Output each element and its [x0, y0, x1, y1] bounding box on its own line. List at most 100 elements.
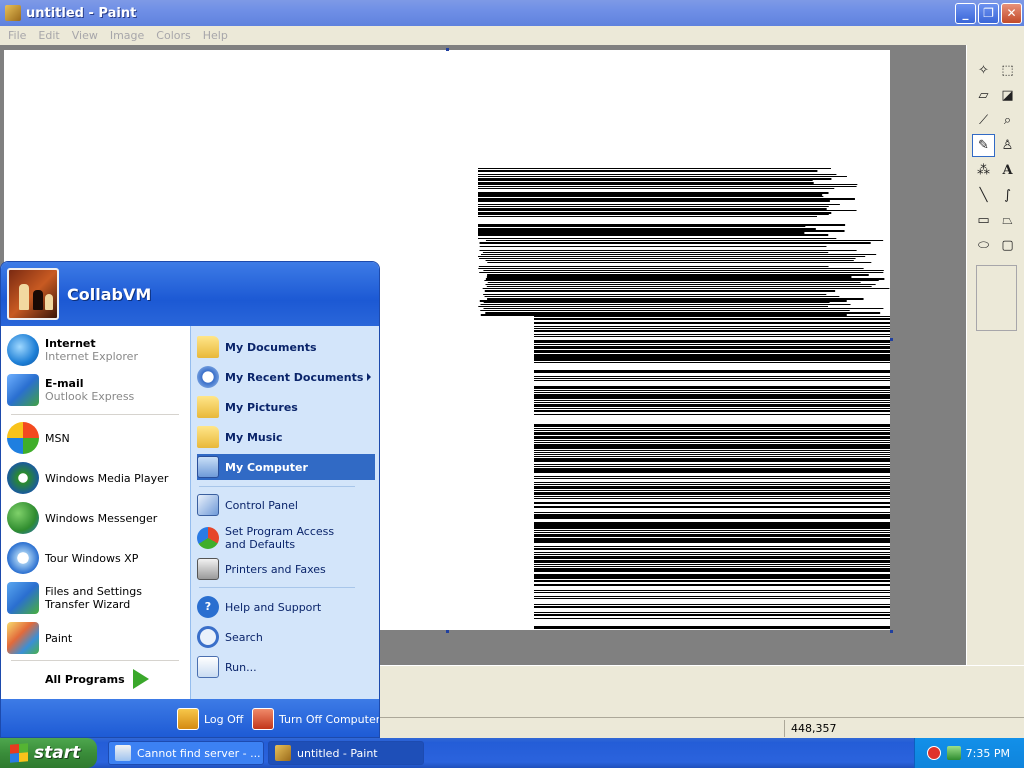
recent-msn[interactable]: MSN: [7, 422, 185, 454]
recent-windows-messenger[interactable]: Windows Messenger: [7, 502, 185, 534]
item-label: My Documents: [225, 340, 317, 354]
run-icon: [197, 656, 219, 678]
all-programs-button[interactable]: All Programs: [1, 664, 190, 694]
minimize-button[interactable]: _: [955, 3, 976, 24]
all-programs-label: All Programs: [45, 672, 125, 686]
log-off-button[interactable]: Log Off: [177, 707, 243, 731]
separator: [199, 486, 355, 487]
printers-and-faxes[interactable]: Printers and Faxes: [197, 556, 375, 582]
resize-handle-top[interactable]: [446, 48, 449, 51]
toolbox: ✧ ⬚ ▱ ◪ ⟋ ⌕ ✎ ♙ ⁂ A ╲ ∫ ▭ ⏢ ⬭ ▢: [966, 45, 1024, 665]
search[interactable]: Search: [197, 624, 375, 650]
magnifier-icon[interactable]: ⌕: [996, 109, 1019, 132]
printer-icon: [197, 558, 219, 580]
run[interactable]: Run...: [197, 654, 375, 680]
control-panel[interactable]: Control Panel: [197, 492, 375, 518]
browser-window-icon: [115, 745, 131, 761]
tool-options-box[interactable]: [976, 265, 1017, 331]
separator: [11, 414, 179, 415]
turn-off-button[interactable]: Turn Off Computer: [252, 707, 380, 731]
start-menu: CollabVM Internet Internet Explorer E-ma…: [0, 261, 380, 738]
brush-icon[interactable]: ♙: [996, 134, 1019, 157]
free-select-icon[interactable]: ✧: [972, 59, 995, 82]
item-label: Help and Support: [225, 600, 322, 614]
fill-bucket-icon[interactable]: ◪: [996, 84, 1019, 107]
user-avatar[interactable]: [7, 268, 59, 320]
curve-icon[interactable]: ∫: [996, 184, 1019, 207]
log-off-label: Log Off: [204, 712, 244, 726]
outlook-express-icon: [7, 374, 39, 406]
polygon-icon[interactable]: ⏢: [996, 209, 1019, 232]
system-tray: 7:35 PM: [914, 738, 1024, 768]
menu-edit[interactable]: Edit: [32, 29, 65, 42]
set-program-access[interactable]: Set Program Access and Defaults: [197, 522, 375, 554]
cursor-coordinates: 448,357: [784, 720, 904, 737]
menu-help[interactable]: Help: [197, 29, 234, 42]
my-music[interactable]: My Music: [197, 424, 375, 450]
resize-handle-bottom[interactable]: [446, 630, 449, 633]
maximize-button[interactable]: ❐: [978, 3, 999, 24]
help-and-support[interactable]: ? Help and Support: [197, 594, 375, 620]
eraser-icon[interactable]: ▱: [972, 84, 995, 107]
pinned-title: E-mail: [45, 377, 84, 390]
task-cannot-find-server[interactable]: Cannot find server - ...: [108, 741, 264, 765]
music-folder-icon: [197, 426, 219, 448]
pinned-internet[interactable]: Internet Internet Explorer: [7, 334, 185, 366]
eyedropper-icon[interactable]: ⟋: [972, 109, 995, 132]
clock[interactable]: 7:35 PM: [966, 747, 1010, 760]
item-label: My Recent Documents: [225, 370, 364, 384]
recent-paint[interactable]: Paint: [7, 622, 185, 654]
close-button[interactable]: ✕: [1001, 3, 1022, 24]
resize-handle-corner[interactable]: [890, 630, 893, 633]
title-bar[interactable]: untitled - Paint _ ❐ ✕: [0, 0, 1024, 26]
recent-label: Files and Settings Transfer Wizard: [45, 585, 142, 611]
pinned-title: Internet: [45, 337, 96, 350]
pinned-email[interactable]: E-mail Outlook Express: [7, 374, 185, 406]
recent-windows-media-player[interactable]: Windows Media Player: [7, 462, 185, 494]
item-label: Printers and Faxes: [225, 562, 326, 576]
pinned-subtitle: Outlook Express: [45, 390, 135, 403]
username: CollabVM: [67, 284, 152, 304]
ellipse-icon[interactable]: ⬭: [972, 234, 995, 257]
rounded-rectangle-icon[interactable]: ▢: [996, 234, 1019, 257]
menu-view[interactable]: View: [66, 29, 104, 42]
start-button[interactable]: start: [0, 738, 97, 768]
line-icon[interactable]: ╲: [972, 184, 995, 207]
tour-xp-icon: [7, 542, 39, 574]
transfer-wizard-icon: [7, 582, 39, 614]
windows-logo-icon: [10, 743, 28, 763]
recent-label: MSN: [45, 431, 70, 445]
my-documents[interactable]: My Documents: [197, 334, 375, 360]
task-untitled-paint[interactable]: untitled - Paint: [268, 741, 424, 765]
text-tool-icon[interactable]: A: [996, 159, 1019, 182]
item-label: Control Panel: [225, 498, 298, 512]
airbrush-icon[interactable]: ⁂: [972, 159, 995, 182]
recent-label: Tour Windows XP: [45, 551, 139, 565]
power-icon: [252, 708, 274, 730]
paint-icon: [275, 745, 291, 761]
menu-colors[interactable]: Colors: [150, 29, 196, 42]
menu-file[interactable]: File: [2, 29, 32, 42]
taskbar: start Cannot find server - ... untitled …: [0, 738, 1024, 768]
item-label: Set Program Access and Defaults: [225, 525, 335, 551]
network-icon[interactable]: [947, 746, 961, 760]
resize-handle-right[interactable]: [890, 338, 893, 341]
recent-tour-windows-xp[interactable]: Tour Windows XP: [7, 542, 185, 574]
my-recent-documents[interactable]: My Recent Documents: [197, 364, 375, 390]
turn-off-label: Turn Off Computer: [279, 712, 380, 726]
msn-butterfly-icon: [7, 422, 39, 454]
pencil-icon[interactable]: ✎: [972, 134, 995, 157]
security-shield-icon[interactable]: [927, 746, 941, 760]
my-pictures[interactable]: My Pictures: [197, 394, 375, 420]
item-label: My Music: [225, 430, 283, 444]
submenu-arrow-icon: [367, 373, 371, 381]
rect-select-icon[interactable]: ⬚: [996, 59, 1019, 82]
window-title: untitled - Paint: [26, 5, 137, 21]
separator: [11, 660, 179, 661]
rectangle-icon[interactable]: ▭: [972, 209, 995, 232]
my-computer[interactable]: My Computer: [197, 454, 375, 480]
menu-image[interactable]: Image: [104, 29, 150, 42]
recent-files-settings-transfer[interactable]: Files and Settings Transfer Wizard: [7, 582, 185, 614]
paint-app-icon[interactable]: [5, 5, 21, 21]
item-label: My Computer: [225, 460, 308, 474]
